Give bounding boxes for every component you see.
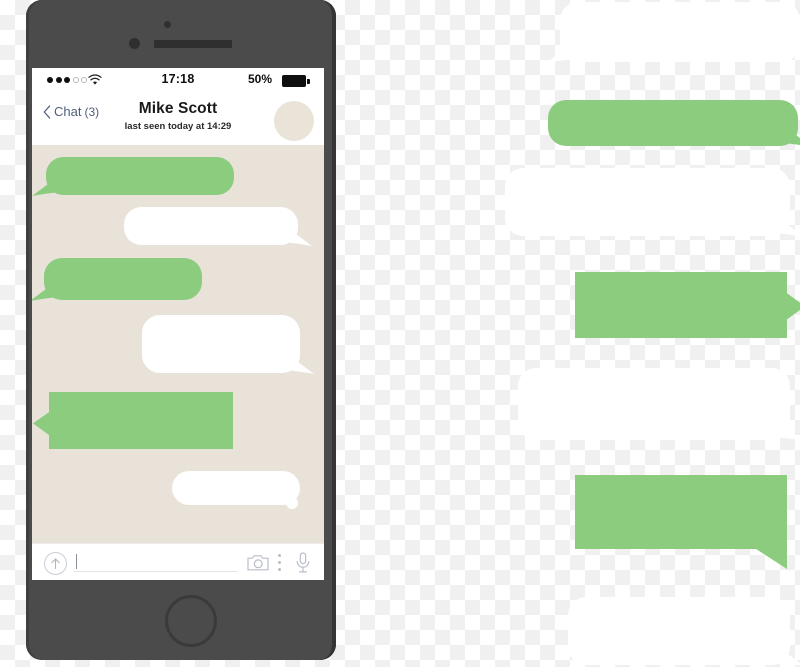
- message-bubble[interactable]: [548, 100, 800, 146]
- phone-device: 17:18 50% Chat (3) Mike Scott last seen …: [26, 0, 336, 660]
- front-camera-icon: [129, 38, 140, 49]
- message-bubble[interactable]: [518, 368, 800, 441]
- bubble-tail: [785, 291, 800, 321]
- bubble-body: [575, 475, 787, 549]
- menu-dot: [278, 568, 281, 571]
- message-bubble[interactable]: [575, 272, 800, 338]
- message-bubble[interactable]: [33, 392, 233, 449]
- message-bubble[interactable]: [172, 471, 300, 509]
- message-bubble[interactable]: [568, 597, 800, 666]
- status-bar: 17:18 50%: [32, 68, 324, 95]
- message-text-input[interactable]: [74, 554, 238, 572]
- message-bubble[interactable]: [32, 157, 234, 196]
- message-bubble[interactable]: [575, 475, 787, 569]
- arrow-up-circle-icon[interactable]: [44, 552, 67, 575]
- battery-icon: [282, 75, 310, 87]
- message-bubble[interactable]: [124, 207, 312, 246]
- phone-screen: 17:18 50% Chat (3) Mike Scott last seen …: [32, 68, 324, 580]
- bubble-body: [568, 597, 790, 665]
- bubble-body: [44, 258, 202, 300]
- bubble-shape: [33, 392, 233, 449]
- status-bar-time: 17:18: [161, 72, 195, 86]
- message-list[interactable]: [32, 145, 324, 543]
- arrow-up-glyph: [51, 558, 60, 570]
- battery-percent-label: 50%: [247, 72, 272, 86]
- battery-body: [282, 75, 306, 87]
- bubble-tail: [753, 547, 787, 569]
- bubble-shape: [142, 315, 314, 374]
- bubble-body: [505, 168, 790, 236]
- message-input-bar: [32, 543, 324, 580]
- message-bubble[interactable]: [142, 315, 314, 374]
- text-cursor: [76, 554, 77, 569]
- bubble-body: [142, 315, 300, 373]
- proximity-sensor-icon: [164, 21, 171, 28]
- bubble-shape: [124, 207, 312, 246]
- artboard: 17:18 50% Chat (3) Mike Scott last seen …: [0, 0, 800, 667]
- battery-cap: [307, 78, 310, 84]
- dots-vertical-icon[interactable]: [278, 554, 282, 571]
- bubble-body: [124, 207, 298, 245]
- bubble-body: [172, 471, 300, 505]
- camera-icon[interactable]: [247, 553, 269, 572]
- bubble-body: [560, 2, 800, 62]
- bubble-shape: [172, 471, 300, 509]
- earpiece-speaker: [154, 40, 232, 48]
- chat-navigation-bar: Chat (3) Mike Scott last seen today at 1…: [32, 95, 324, 145]
- avatar[interactable]: [274, 101, 314, 141]
- bubble-shape: [575, 475, 787, 569]
- bubble-shape: [546, 2, 800, 63]
- message-bubble[interactable]: [546, 2, 800, 63]
- bubble-shape: [32, 258, 202, 301]
- bubble-shape: [548, 100, 800, 146]
- bubble-body: [46, 157, 234, 195]
- menu-dot: [278, 554, 281, 557]
- bubble-shape: [568, 597, 800, 666]
- bubble-body: [548, 100, 798, 146]
- bubble-shape: [32, 157, 234, 196]
- microphone-icon[interactable]: [295, 552, 311, 573]
- home-button[interactable]: [165, 595, 217, 647]
- message-bubble[interactable]: [32, 258, 202, 301]
- bubble-body: [575, 272, 787, 338]
- bubble-body: [49, 392, 233, 449]
- bubble-shape: [505, 168, 800, 237]
- bubble-shape: [518, 368, 800, 441]
- bubble-tail: [33, 410, 51, 437]
- bubble-shape: [575, 272, 800, 338]
- bubble-body: [518, 368, 790, 440]
- menu-dot: [278, 561, 281, 564]
- message-bubble[interactable]: [505, 168, 800, 237]
